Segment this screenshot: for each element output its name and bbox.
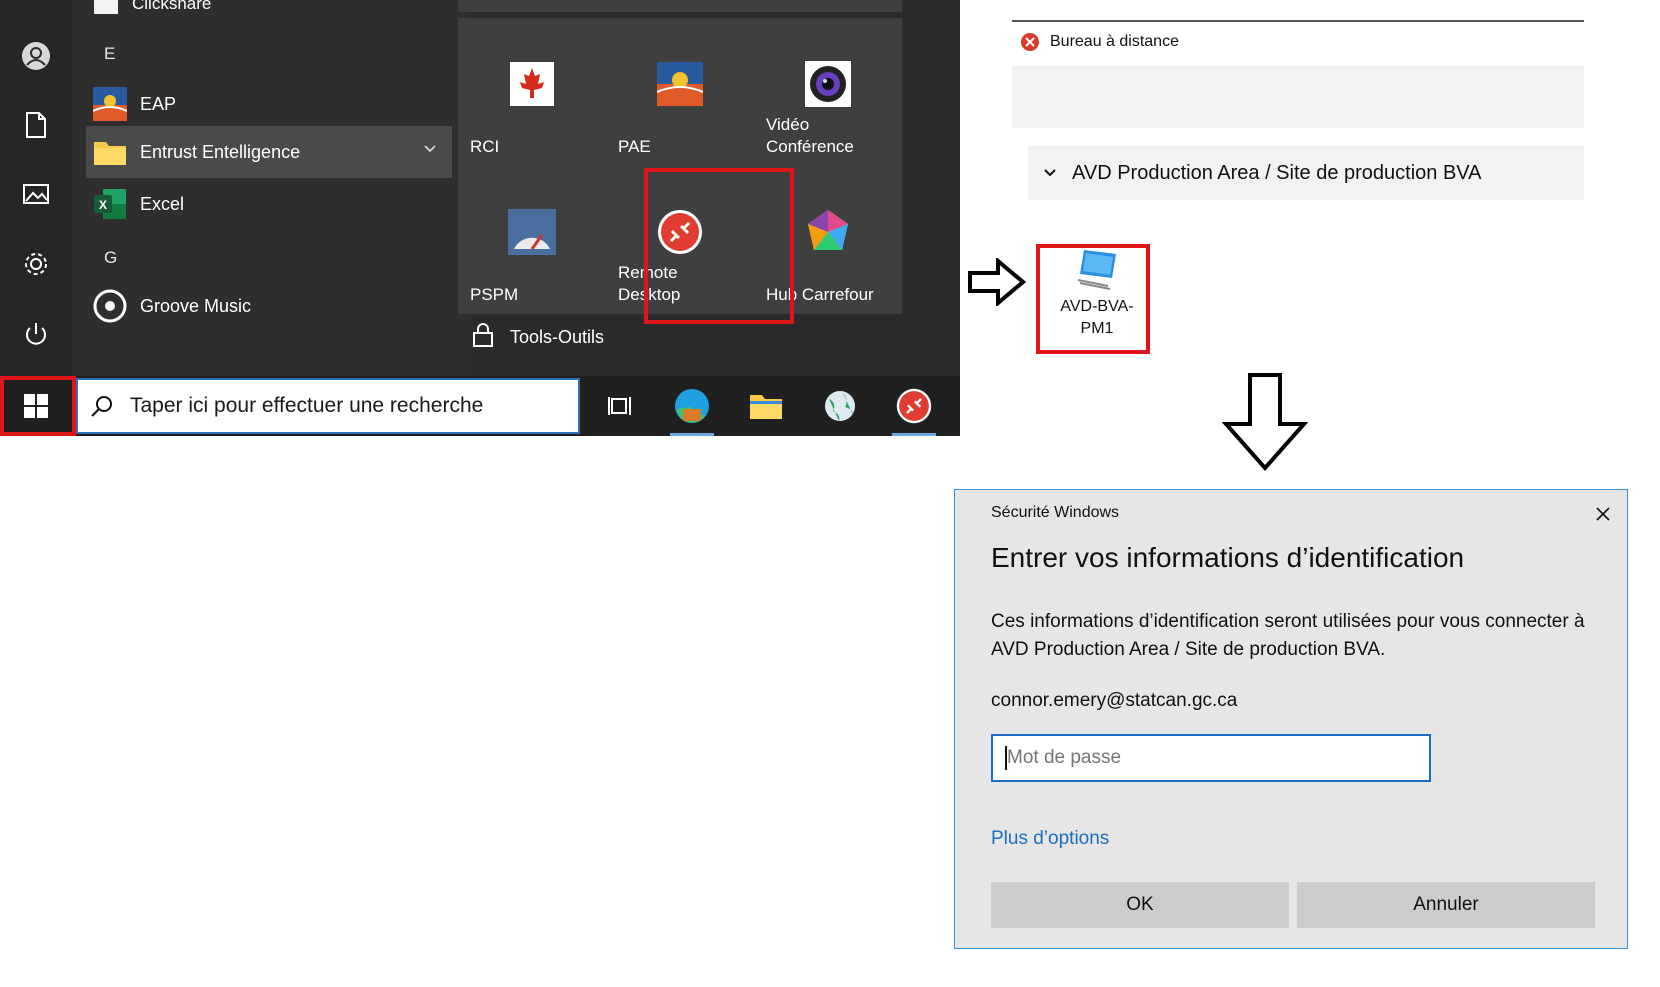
file-explorer-icon[interactable] bbox=[746, 386, 786, 426]
app-item-groove-music[interactable]: Groove Music bbox=[86, 280, 452, 332]
tile-partial[interactable] bbox=[754, 0, 902, 12]
desktop-computer-icon bbox=[1077, 250, 1116, 290]
user-icon[interactable] bbox=[16, 36, 56, 76]
chevron-down-icon[interactable] bbox=[422, 140, 438, 161]
tile-group-header[interactable]: Tools-Outils bbox=[472, 322, 604, 353]
taskbar-search[interactable]: Taper ici pour effectuer une recherche bbox=[76, 378, 580, 434]
active-indicator bbox=[670, 433, 714, 436]
tile-pspm[interactable]: PSPM bbox=[458, 166, 606, 314]
maple-leaf-icon bbox=[506, 58, 558, 110]
tile-grid: RCI PAE Vidéo Conférence PSPM Remote Des bbox=[458, 0, 960, 376]
active-indicator bbox=[892, 433, 936, 436]
remote-desktop-icon[interactable] bbox=[894, 386, 934, 426]
tile-hub-carrefour[interactable]: Hub Carrefour bbox=[754, 166, 902, 314]
search-placeholder: Taper ici pour effectuer une recherche bbox=[130, 394, 484, 417]
hub-icon bbox=[802, 206, 854, 258]
excel-icon: X bbox=[92, 186, 128, 222]
text-cursor bbox=[1005, 746, 1007, 770]
app-list: Clickshare E EAP Entrust Entelligence X … bbox=[72, 0, 472, 376]
tile-video-conference[interactable]: Vidéo Conférence bbox=[754, 18, 902, 166]
divider bbox=[1012, 20, 1584, 22]
remote-desktop-icon bbox=[654, 206, 706, 258]
pae-icon bbox=[654, 58, 706, 110]
ok-button[interactable]: OK bbox=[991, 882, 1289, 928]
pictures-icon[interactable] bbox=[16, 174, 56, 214]
workspace-panel bbox=[1012, 66, 1584, 128]
workspace-error[interactable]: Bureau à distance bbox=[1020, 32, 1179, 52]
lock-icon bbox=[472, 322, 494, 353]
dialog-heading: Entrer vos informations d’identification bbox=[991, 542, 1465, 573]
webcam-icon bbox=[802, 58, 854, 110]
close-icon bbox=[1596, 507, 1610, 521]
groove-music-icon bbox=[92, 288, 128, 324]
letter-heading[interactable]: E bbox=[104, 44, 115, 64]
settings-icon[interactable] bbox=[16, 244, 56, 284]
close-button[interactable] bbox=[1589, 500, 1617, 528]
clickshare-icon bbox=[94, 0, 118, 14]
list-item[interactable]: Clickshare bbox=[94, 0, 211, 14]
arrow-down-icon bbox=[1221, 372, 1309, 477]
app-item-entrust-entelligence[interactable]: Entrust Entelligence bbox=[86, 126, 452, 178]
edge-icon[interactable] bbox=[672, 386, 712, 426]
password-field[interactable] bbox=[991, 734, 1431, 782]
app-item-eap[interactable]: EAP bbox=[86, 78, 452, 130]
resource-group-header[interactable]: AVD Production Area / Site de production… bbox=[1028, 146, 1584, 200]
start-menu: Clickshare E EAP Entrust Entelligence X … bbox=[0, 0, 960, 436]
remote-desktop-client: Bureau à distance AVD Production Area / … bbox=[1000, 0, 1600, 360]
dialog-title: Sécurité Windows bbox=[991, 504, 1120, 521]
tile-pae[interactable]: PAE bbox=[606, 18, 754, 166]
app-item-excel[interactable]: X Excel bbox=[86, 178, 452, 230]
document-icon[interactable] bbox=[16, 105, 56, 145]
globe-icon[interactable] bbox=[820, 386, 860, 426]
dialog-description: Ces informations d’identification seront… bbox=[991, 611, 1585, 660]
gauge-icon bbox=[506, 206, 558, 258]
cancel-button[interactable]: Annuler bbox=[1297, 882, 1595, 928]
more-options-link[interactable]: Plus d’options bbox=[991, 828, 1109, 850]
tile-partial[interactable] bbox=[458, 0, 606, 12]
windows-security-dialog: Sécurité Windows Entrer vos informations… bbox=[954, 489, 1628, 949]
chevron-down-icon bbox=[1044, 169, 1056, 177]
tile-remote-desktop[interactable]: Remote Desktop bbox=[606, 166, 754, 314]
username-label: connor.emery@statcan.gc.ca bbox=[991, 690, 1238, 711]
letter-heading[interactable]: G bbox=[104, 248, 117, 268]
tile-rci[interactable]: RCI bbox=[458, 18, 606, 166]
taskbar: Taper ici pour effectuer une recherche bbox=[0, 376, 960, 436]
folder-icon bbox=[92, 134, 128, 170]
svg-text:X: X bbox=[99, 198, 107, 212]
search-icon bbox=[91, 396, 112, 417]
start-rail bbox=[0, 0, 72, 376]
error-icon bbox=[1021, 33, 1039, 51]
resource-avd-bva-pm1[interactable]: AVD-BVA-PM1 bbox=[1040, 244, 1154, 352]
eap-icon bbox=[92, 86, 128, 122]
start-icon bbox=[24, 394, 48, 418]
start-button[interactable] bbox=[0, 376, 72, 436]
task-view-icon[interactable] bbox=[600, 386, 640, 426]
power-icon[interactable] bbox=[16, 314, 56, 354]
tile-partial[interactable] bbox=[606, 0, 754, 12]
